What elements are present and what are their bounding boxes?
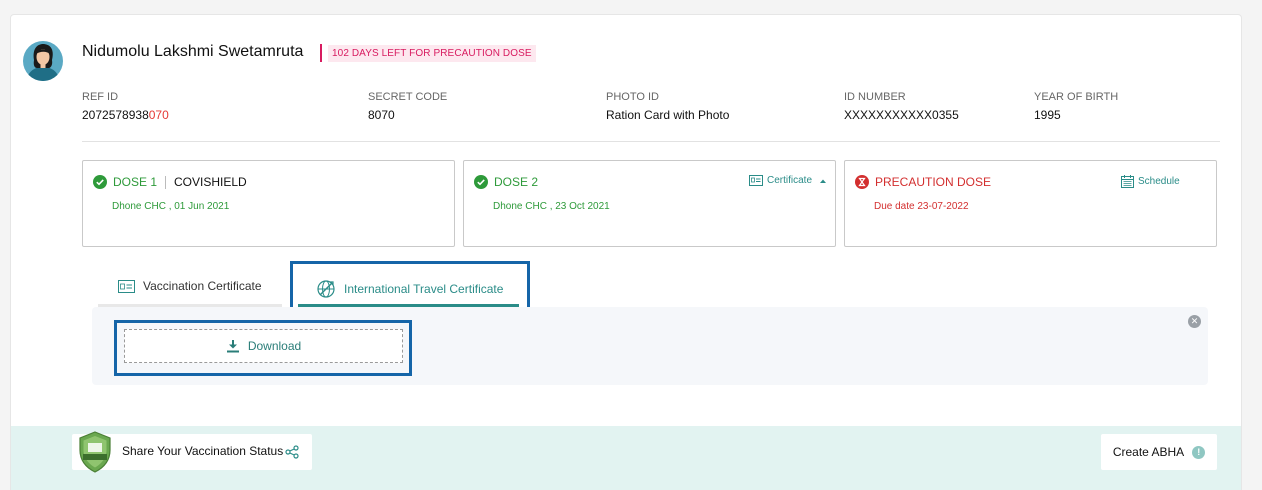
secret-code-value: 8070 — [368, 108, 395, 122]
create-abha-label: Create ABHA — [1112, 445, 1185, 459]
year-of-birth-label: YEAR OF BIRTH — [1034, 91, 1119, 103]
id-number-label: ID NUMBER — [844, 91, 906, 103]
tab-vaccination-label: Vaccination Certificate — [143, 279, 262, 293]
schedule-button[interactable]: Schedule — [1121, 175, 1180, 188]
precaution-label: PRECAUTION DOSE — [875, 175, 992, 189]
create-abha-button[interactable]: Create ABHA ! — [1101, 434, 1217, 470]
photo-id-value: Ration Card with Photo — [606, 108, 730, 122]
dose1-title: DOSE 1 COVISHIELD — [93, 175, 247, 189]
photo-id-label: PHOTO ID — [606, 91, 659, 103]
ref-id-highlight: 070 — [148, 108, 169, 122]
secret-code-label: SECRET CODE — [368, 91, 448, 103]
certificate-label: Certificate — [767, 175, 813, 186]
schedule-label: Schedule — [1138, 176, 1180, 187]
highlight-download-box — [114, 320, 412, 376]
dose2-card: DOSE 2 Dhone CHC , 23 Oct 2021 Certifica… — [463, 160, 836, 247]
precaution-detail: Due date 23-07-2022 — [874, 201, 969, 212]
dose1-separator — [165, 175, 167, 189]
share-icon[interactable] — [285, 445, 299, 459]
certificate-toggle[interactable]: Certificate — [749, 175, 827, 186]
check-circle-icon — [474, 175, 488, 189]
tab-vaccination-certificate[interactable]: Vaccination Certificate — [118, 279, 262, 293]
ref-id-label: REF ID — [82, 91, 119, 103]
ref-id-main: 2072578938 — [82, 108, 149, 122]
certificate-icon — [749, 175, 763, 186]
dose2-title: DOSE 2 — [474, 175, 538, 189]
dose1-card: DOSE 1 COVISHIELD Dhone CHC , 01 Jun 202… — [82, 160, 455, 247]
dose2-label: DOSE 2 — [494, 175, 539, 189]
vaccination-certificate-icon — [118, 279, 135, 293]
caret-up-icon — [820, 179, 827, 183]
dose1-vaccine: COVISHIELD — [174, 175, 247, 189]
name-separator — [320, 44, 322, 62]
hourglass-icon — [855, 175, 869, 189]
divider — [82, 141, 1220, 142]
beneficiary-name: Nidumolu Lakshmi Swetamruta — [82, 43, 304, 60]
precaution-days-badge: 102 DAYS LEFT FOR PRECAUTION DOSE — [328, 45, 536, 62]
id-number-value: XXXXXXXXXXX0355 — [844, 108, 959, 122]
beneficiary-card — [10, 14, 1242, 490]
dose2-detail: Dhone CHC , 23 Oct 2021 — [493, 201, 610, 212]
close-icon[interactable]: ✕ — [1188, 315, 1201, 328]
precaution-card: PRECAUTION DOSE Due date 23-07-2022 Sche… — [844, 160, 1217, 247]
avatar-icon — [23, 41, 63, 81]
dose1-detail: Dhone CHC , 01 Jun 2021 — [112, 201, 230, 212]
info-icon: ! — [1192, 445, 1206, 459]
year-of-birth-value: 1995 — [1034, 108, 1061, 122]
shield-badge-icon — [79, 431, 111, 473]
ref-id-value: 2072578938070 — [82, 108, 169, 122]
check-circle-icon — [93, 175, 107, 189]
share-status-label: Share Your Vaccination Status — [122, 444, 284, 458]
dose1-label: DOSE 1 — [113, 175, 158, 189]
calendar-icon — [1121, 175, 1134, 188]
precaution-title: PRECAUTION DOSE — [855, 175, 991, 189]
